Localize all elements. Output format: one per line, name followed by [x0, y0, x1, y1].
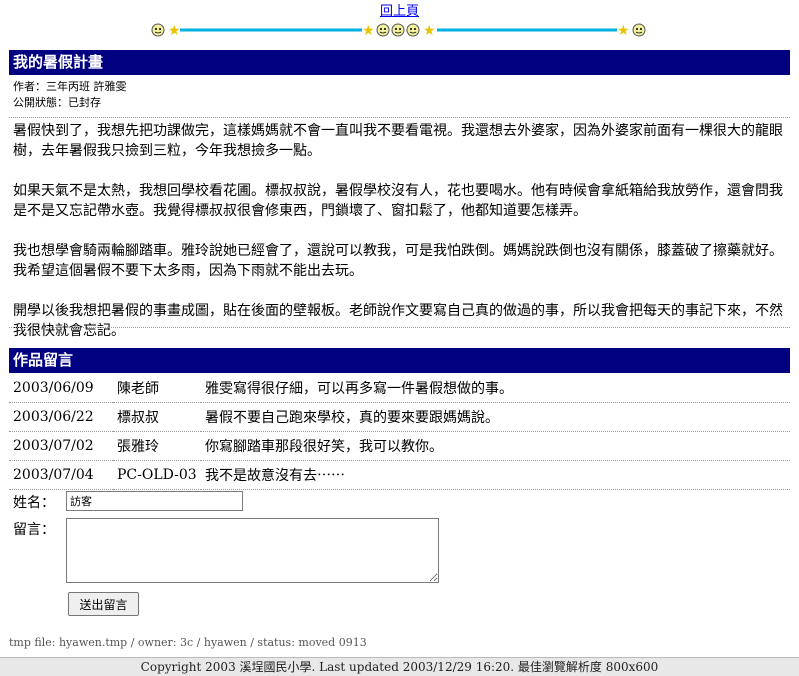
table-row: 2003/06/22 標叔叔 暑假不要自己跑來學校，真的要來要跟媽媽說。: [9, 402, 790, 432]
back-to-top-link[interactable]: 回上頁: [380, 3, 419, 18]
post-status: 公開狀態：已封存: [13, 96, 101, 109]
divider: [9, 327, 790, 328]
star-icon: ★: [362, 23, 375, 39]
post-body: 暑假快到了，我想先把功課做完，這樣媽媽就不會一直叫我不要看電視。我還想去外婆家，…: [13, 121, 788, 361]
submit-comment-button[interactable]: 送出留言: [68, 592, 139, 616]
smiley-icon: [376, 23, 390, 37]
star-icon: ★: [168, 23, 181, 39]
comment-author: PC-OLD-03: [113, 460, 201, 490]
post-meta: 作者：三年丙班 許雅雯 公開狀態：已封存: [13, 79, 127, 111]
post-paragraph: 開學以後我想把暑假的事畫成圖，貼在後面的壁報板。老師說作文要寫自己真的做過的事，…: [13, 303, 783, 339]
star-icon: ★: [617, 23, 630, 39]
post-paragraph: 暑假快到了，我想先把功課做完，這樣媽媽就不會一直叫我不要看電視。我還想去外婆家，…: [13, 123, 783, 159]
comment-author: 張雅玲: [113, 431, 201, 461]
comment-text: 暑假不要自己跑來學校，真的要來要跟媽媽說。: [201, 402, 790, 432]
decorative-divider: ★ ★ ★ ★: [151, 23, 646, 39]
comments-table: 2003/06/09 陳老師 雅雯寫得很仔細，可以再多寫一件暑假想做的事。 20…: [9, 374, 790, 490]
star-icon: ★: [423, 23, 436, 39]
table-row: 2003/06/09 陳老師 雅雯寫得很仔細，可以再多寫一件暑假想做的事。: [9, 374, 790, 403]
comment-text: 你寫腳踏車那段很好笑，我可以教你。: [201, 431, 790, 461]
post-title: 我的暑假計畫: [9, 50, 790, 75]
comment-author: 陳老師: [113, 374, 201, 403]
smiley-icon: [406, 23, 420, 37]
footer: Copyright 2003 溪埕國民小學. Last updated 2003…: [0, 657, 799, 676]
comment-date: 2003/06/09: [9, 374, 113, 403]
post-paragraph: 我也想學會騎兩輪腳踏車。雅玲說她已經會了，還說可以教我，可是我怕跌倒。媽媽說跌倒…: [13, 243, 783, 279]
message-textarea[interactable]: [66, 518, 439, 583]
comment-date: 2003/07/04: [9, 460, 113, 490]
smiley-icon: [151, 23, 165, 37]
comment-date: 2003/06/22: [9, 402, 113, 432]
tmp-file-line: tmp file: hyawen.tmp / owner: 3c / hyawe…: [9, 636, 367, 649]
comment-text: 我不是故意沒有去⋯⋯: [201, 460, 790, 490]
smiley-icon: [391, 23, 405, 37]
comment-author: 標叔叔: [113, 402, 201, 432]
post-author: 作者：三年丙班 許雅雯: [13, 80, 127, 93]
divider: [9, 117, 790, 118]
post-paragraph: 如果天氣不是太熱，我想回學校看花圃。標叔叔說，暑假學校沒有人，花也要喝水。他有時…: [13, 183, 783, 219]
table-row: 2003/07/04 PC-OLD-03 我不是故意沒有去⋯⋯: [9, 460, 790, 490]
name-label: 姓名：: [13, 495, 55, 511]
comment-text: 雅雯寫得很仔細，可以再多寫一件暑假想做的事。: [201, 374, 790, 403]
message-label: 留言：: [13, 522, 55, 538]
top-nav: 回上頁: [0, 0, 799, 18]
table-row: 2003/07/02 張雅玲 你寫腳踏車那段很好笑，我可以教你。: [9, 431, 790, 461]
comment-date: 2003/07/02: [9, 431, 113, 461]
comments-title: 作品留言: [9, 348, 790, 373]
smiley-icon: [632, 23, 646, 37]
name-input[interactable]: [66, 491, 243, 511]
